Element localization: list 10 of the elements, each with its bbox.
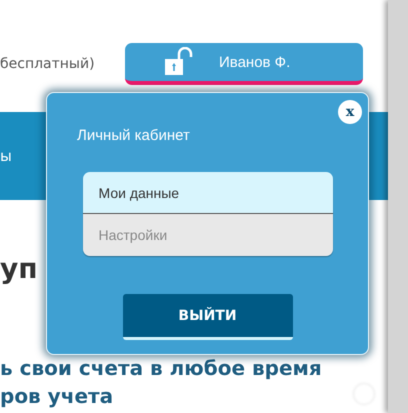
plan-note: бесплатный) (0, 56, 95, 72)
close-button[interactable]: x (338, 100, 362, 124)
section-heading: уп (0, 252, 38, 285)
body-text: ров учета (0, 383, 114, 409)
unlocked-padlock-icon (165, 47, 193, 77)
nav-item[interactable]: ы (0, 147, 12, 165)
logout-button[interactable]: ВЫЙТИ (122, 294, 292, 340)
popup-title: Личный кабинет (77, 127, 190, 144)
body-text: ь свои счета в любое время (0, 355, 322, 381)
menu-item[interactable]: Мои данные (82, 172, 332, 214)
